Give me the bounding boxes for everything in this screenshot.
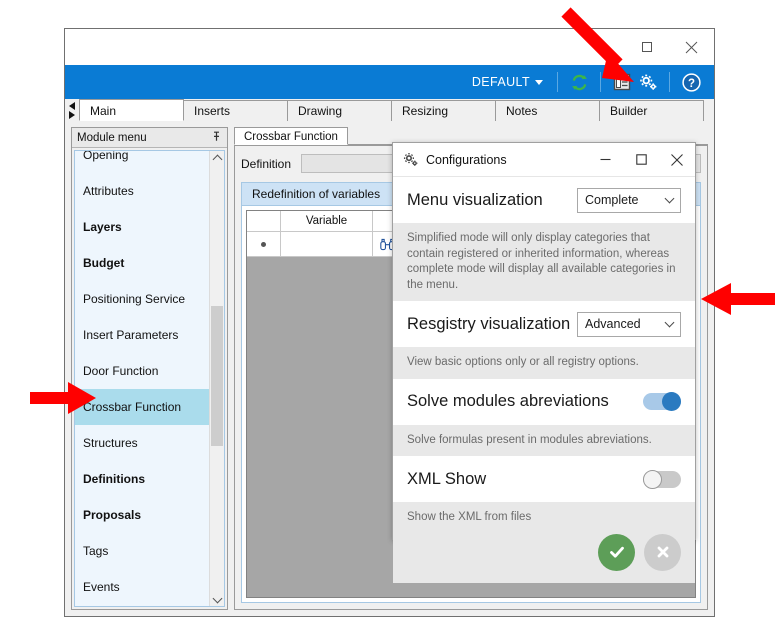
window-title-bar — [65, 29, 714, 65]
maximize-button[interactable] — [624, 29, 669, 65]
grid-col-marker — [247, 211, 281, 231]
gear-settings-icon — [402, 151, 419, 168]
ribbon-divider — [600, 72, 601, 92]
definition-label: Definition — [241, 156, 292, 171]
setting-label-registry-visualization: Resgistry visualization — [407, 314, 571, 333]
cell-variable[interactable] — [281, 232, 373, 256]
sidebar-item-definitions[interactable]: Definitions — [75, 461, 210, 497]
dialog-minimize-button[interactable] — [587, 143, 623, 176]
sidebar-item-budget[interactable]: Budget — [75, 245, 210, 281]
registry-visualization-value: Advanced — [585, 317, 641, 331]
setting-desc-solve-modules-abreviations: Solve formulas present in modules abrevi… — [393, 424, 695, 456]
cancel-button[interactable] — [644, 533, 681, 571]
tab-scroll-right-icon[interactable] — [69, 110, 75, 119]
window-controls — [579, 29, 714, 65]
minimize-button[interactable] — [579, 29, 624, 65]
module-menu-list: Opening Attributes Layers Budget Positio… — [75, 151, 210, 605]
registry-visualization-select[interactable]: Advanced — [577, 311, 681, 337]
tab-resizing[interactable]: Resizing — [391, 100, 496, 121]
dialog-close-button[interactable] — [659, 143, 695, 176]
setting-label-xml-show: XML Show — [407, 469, 487, 488]
check-icon — [609, 546, 624, 558]
sidebar-item-layers[interactable]: Layers — [75, 209, 210, 245]
grid-col-variable: Variable — [281, 211, 373, 231]
sidebar-item-tags[interactable]: Tags — [75, 533, 210, 569]
setting-label-solve-modules-abreviations: Solve modules abreviations — [407, 392, 609, 410]
solve-modules-abreviations-toggle[interactable] — [643, 392, 681, 411]
module-menu-list-container: Opening Attributes Layers Budget Positio… — [74, 150, 225, 607]
sidebar-item-door-function[interactable]: Door Function — [75, 353, 210, 389]
toggle-knob — [643, 469, 662, 489]
setting-desc-menu-visualization: Simplified mode will only display catego… — [393, 223, 695, 301]
tab-drawing[interactable]: Drawing — [287, 100, 392, 121]
configurations-dialog: Configurations Menu visualization Comple… — [392, 142, 696, 583]
confirm-button[interactable] — [598, 533, 635, 571]
dialog-title: Configurations — [426, 152, 507, 167]
svg-text:?: ? — [687, 78, 694, 90]
cross-icon — [657, 546, 668, 558]
module-menu-scrollbar[interactable] — [209, 151, 224, 606]
close-button[interactable] — [669, 29, 714, 65]
ribbon-divider — [669, 72, 670, 92]
refresh-icon[interactable] — [566, 69, 592, 95]
module-menu-panel: Module menu Opening Attributes Layers Bu… — [71, 127, 228, 610]
tab-inserts[interactable]: Inserts — [183, 100, 288, 121]
setting-row-xml-show: XML Show — [393, 456, 695, 502]
tab-main[interactable]: Main — [79, 99, 184, 121]
sidebar-item-insert-parameters[interactable]: Insert Parameters — [75, 317, 210, 353]
tab-scroll-buttons[interactable] — [65, 99, 79, 121]
setting-label-menu-visualization: Menu visualization — [407, 190, 543, 209]
profile-selector[interactable]: DEFAULT — [472, 75, 543, 89]
sidebar-item-events[interactable]: Events — [75, 569, 210, 605]
row-marker-cell — [247, 232, 281, 256]
setting-desc-xml-show: Show the XML from files — [393, 502, 695, 534]
module-menu-header: Module menu — [72, 128, 227, 148]
menu-visualization-value: Complete — [585, 193, 639, 207]
configurations-gear-icon[interactable] — [635, 69, 661, 95]
dialog-footer — [393, 533, 695, 583]
help-icon[interactable]: ? — [678, 69, 704, 95]
setting-desc-registry-visualization: View basic options only or all registry … — [393, 347, 695, 379]
content-tab-crossbar-function[interactable]: Crossbar Function — [234, 127, 348, 145]
module-menu-title: Module menu — [77, 131, 147, 144]
scroll-up-icon[interactable] — [210, 151, 224, 165]
sidebar-item-structures[interactable]: Structures — [75, 425, 210, 461]
tab-scroll-left-icon[interactable] — [69, 101, 75, 110]
sidebar-item-attributes[interactable]: Attributes — [75, 173, 210, 209]
chevron-down-icon — [535, 79, 543, 85]
scrollbar-thumb[interactable] — [211, 306, 223, 446]
setting-row-solve-modules-abreviations: Solve modules abreviations — [393, 378, 695, 425]
menu-visualization-select[interactable]: Complete — [577, 187, 681, 213]
toggle-knob — [662, 392, 681, 411]
chevron-down-icon — [664, 193, 675, 204]
setting-row-menu-visualization: Menu visualization Complete — [393, 177, 695, 223]
pin-icon[interactable] — [211, 131, 222, 145]
profile-label: DEFAULT — [471, 75, 530, 89]
xml-show-toggle[interactable] — [643, 469, 681, 489]
new-row-marker-icon — [261, 241, 266, 247]
tab-notes[interactable]: Notes — [495, 100, 600, 121]
main-tab-strip: Main Inserts Drawing Resizing Notes Buil… — [65, 99, 714, 122]
sidebar-item-opening[interactable]: Opening — [75, 151, 210, 173]
registry-icon[interactable] — [609, 69, 635, 95]
ribbon-divider — [557, 72, 558, 92]
ribbon-toolbar: DEFAULT ? — [65, 65, 714, 99]
sidebar-item-proposals[interactable]: Proposals — [75, 497, 210, 533]
chevron-down-icon — [664, 317, 675, 328]
tab-builder[interactable]: Builder — [599, 100, 704, 121]
sidebar-item-crossbar-function[interactable]: Crossbar Function — [75, 389, 210, 425]
dialog-maximize-button[interactable] — [623, 143, 659, 176]
sidebar-item-positioning-service[interactable]: Positioning Service — [75, 281, 210, 317]
dialog-title-bar: Configurations — [393, 143, 695, 177]
setting-row-registry-visualization: Resgistry visualization Advanced — [393, 301, 695, 347]
scroll-down-icon[interactable] — [210, 592, 224, 606]
